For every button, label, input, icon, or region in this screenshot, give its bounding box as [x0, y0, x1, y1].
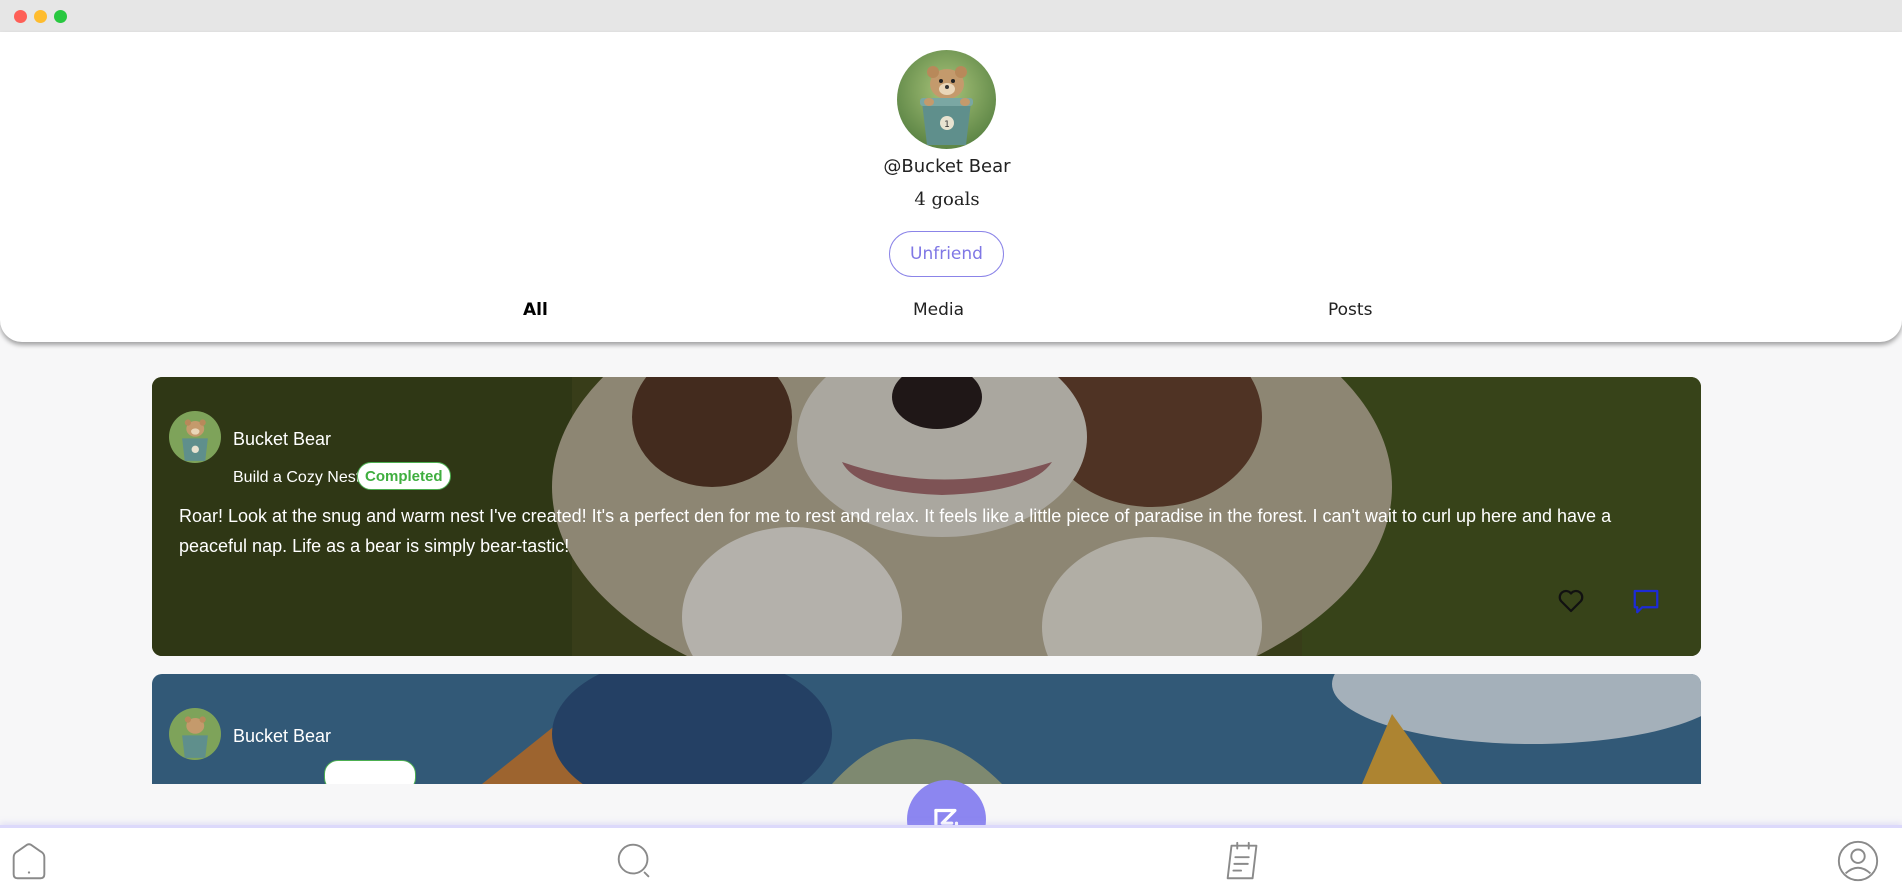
post-author-avatar[interactable] — [169, 411, 221, 463]
bottom-navigation — [0, 825, 1902, 895]
planner-icon — [1226, 841, 1258, 880]
tab-media[interactable]: Media — [913, 300, 964, 320]
comment-icon — [1633, 589, 1659, 614]
tab-all[interactable]: All — [523, 300, 548, 320]
profile-username: @Bucket Bear — [883, 156, 1011, 177]
bear-in-bucket-avatar-icon — [169, 708, 221, 760]
bear-in-bucket-avatar-icon — [169, 411, 221, 463]
window-titlebar — [0, 0, 1902, 32]
feed-card[interactable]: Bucket Bear Build a Cozy Nest Completed … — [152, 377, 1701, 656]
svg-text:1: 1 — [944, 120, 950, 130]
comment-button[interactable] — [1631, 586, 1661, 616]
home-icon — [12, 843, 46, 880]
profile-header: 1 @Bucket Bear 4 goals Unfriend All Medi… — [0, 32, 1902, 342]
minimize-window-button[interactable] — [34, 10, 47, 23]
nav-planner[interactable] — [1220, 838, 1266, 884]
bear-in-bucket-avatar-icon: 1 — [897, 50, 996, 149]
profile-icon — [1837, 840, 1879, 882]
profile-avatar: 1 — [897, 50, 996, 149]
nav-home[interactable] — [6, 838, 52, 884]
maximize-window-button[interactable] — [54, 10, 67, 23]
goal-count: 4 goals — [914, 189, 980, 210]
heart-icon — [1558, 589, 1584, 613]
status-badge — [324, 760, 416, 784]
nav-search[interactable] — [612, 838, 658, 884]
nav-profile[interactable] — [1835, 838, 1881, 884]
post-text: Roar! Look at the snug and warm nest I'v… — [179, 506, 1612, 556]
post-author-name[interactable]: Bucket Bear — [233, 726, 331, 747]
feed-card[interactable]: Bucket Bear — [152, 674, 1701, 784]
post-author-avatar[interactable] — [169, 708, 221, 760]
like-button[interactable] — [1556, 586, 1586, 616]
post-goal-name: Build a Cozy Nest — [233, 469, 361, 486]
tab-posts[interactable]: Posts — [1328, 300, 1372, 320]
status-badge: Completed — [357, 462, 451, 490]
search-icon — [617, 843, 650, 878]
close-window-button[interactable] — [14, 10, 27, 23]
post-author-name[interactable]: Bucket Bear — [233, 429, 331, 450]
unfriend-button[interactable]: Unfriend — [889, 231, 1004, 277]
